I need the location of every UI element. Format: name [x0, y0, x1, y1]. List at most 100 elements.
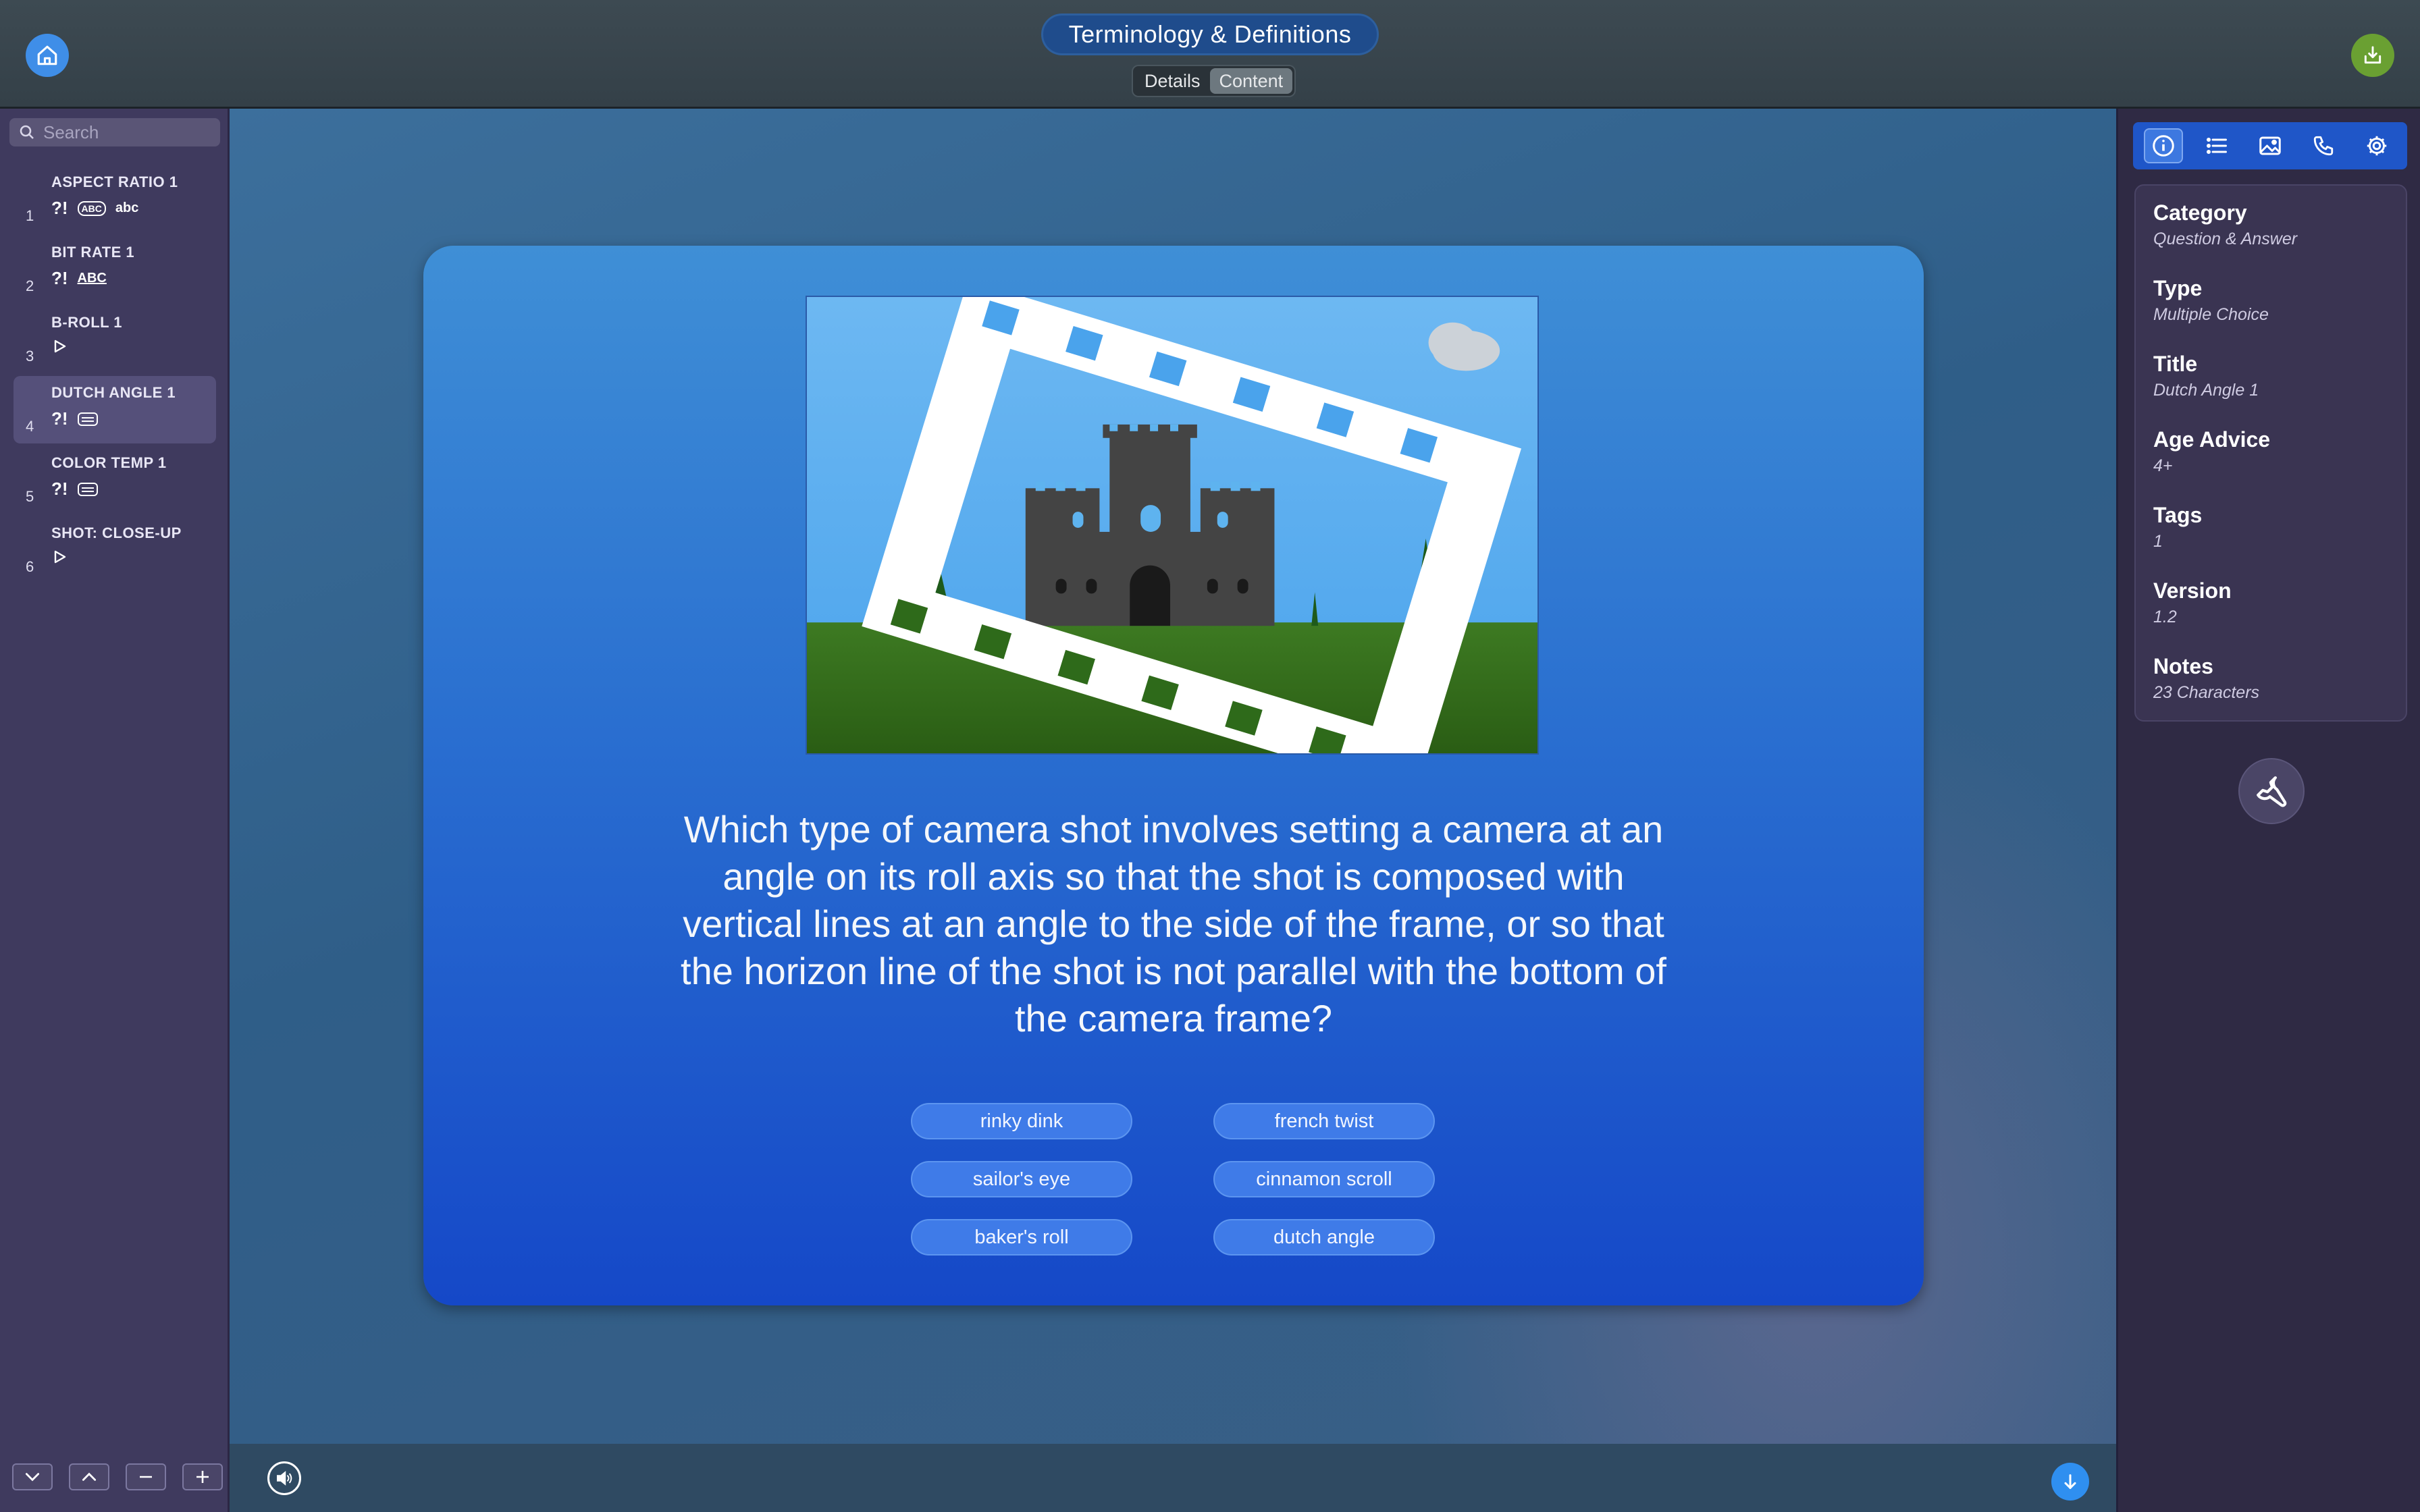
list-icon: [2207, 138, 2228, 154]
tab-info[interactable]: [2144, 128, 2184, 163]
slide-item-bit-rate-1[interactable]: 2 BIT RATE 1 ?! ABC: [14, 236, 216, 303]
slide-title: BIT RATE 1: [51, 244, 135, 261]
tools-button[interactable]: [2238, 758, 2305, 824]
download-tray-icon: [2364, 46, 2382, 64]
property-tags[interactable]: Tags 1: [2153, 503, 2406, 578]
plus-icon: [196, 1471, 209, 1483]
slide-title: DUTCH ANGLE 1: [51, 384, 176, 401]
move-down-button[interactable]: [12, 1463, 53, 1490]
audio-button[interactable]: [267, 1461, 301, 1495]
film-strip-castle-illustration: [806, 296, 1539, 755]
property-value: Question & Answer: [2153, 230, 2298, 248]
slide-item-aspect-ratio-1[interactable]: 1 ASPECT RATIO 1 ?! ABC abc: [14, 165, 216, 233]
property-value: 1.2: [2153, 608, 2177, 626]
properties-list: Category Question & Answer Type Multiple…: [2134, 184, 2407, 722]
slide-number: 3: [26, 348, 34, 364]
export-button[interactable]: [2351, 34, 2394, 77]
slide-number: 1: [26, 207, 34, 224]
arrow-down-icon: [2064, 1474, 2076, 1489]
answer-button-4[interactable]: cinnamon scroll: [1213, 1161, 1435, 1197]
question-mark-icon: ?!: [51, 198, 68, 218]
image-icon: [2259, 136, 2281, 155]
property-value: 1: [2153, 532, 2163, 551]
tab-phone[interactable]: [2304, 128, 2343, 163]
search-input[interactable]: [42, 121, 213, 144]
scroll-down-button[interactable]: [2051, 1463, 2089, 1501]
question-mark-icon: ?!: [51, 268, 68, 288]
tab-list[interactable]: [2197, 128, 2236, 163]
chevron-up-icon: [82, 1472, 97, 1481]
property-value: 23 Characters: [2153, 683, 2260, 702]
slide-item-b-roll-1[interactable]: 3 B-ROLL 1: [14, 306, 216, 373]
tab-image[interactable]: [2251, 128, 2290, 163]
property-age-advice[interactable]: Age Advice 4+: [2153, 427, 2406, 503]
property-type[interactable]: Type Multiple Choice: [2153, 276, 2406, 352]
gear-icon: [2367, 136, 2386, 156]
property-label: Age Advice: [2153, 427, 2271, 452]
property-label: Title: [2153, 352, 2198, 376]
tab-details[interactable]: Details: [1135, 68, 1210, 94]
minus-icon: [140, 1476, 152, 1478]
document-title[interactable]: Terminology & Definitions: [1041, 14, 1379, 55]
property-label: Category: [2153, 200, 2247, 225]
property-category[interactable]: Category Question & Answer: [2153, 200, 2406, 276]
property-notes[interactable]: Notes 23 Characters: [2153, 654, 2406, 730]
slide-item-shot-close-up[interactable]: 6 SHOT: CLOSE-UP: [14, 516, 216, 584]
property-label: Version: [2153, 578, 2232, 603]
tab-settings[interactable]: [2357, 128, 2396, 163]
slide-title: ASPECT RATIO 1: [51, 173, 178, 190]
home-button[interactable]: [26, 34, 69, 77]
phone-icon: [2313, 136, 2333, 156]
view-segmented-control: Details Content: [1132, 65, 1296, 97]
search-icon: [20, 125, 34, 139]
answer-button-2[interactable]: french twist: [1213, 1103, 1435, 1139]
answer-button-5[interactable]: baker's roll: [911, 1219, 1132, 1256]
slide-sidebar: 1 ASPECT RATIO 1 ?! ABC abc 2 BIT RATE 1…: [0, 109, 230, 1512]
inspector-panel: Category Question & Answer Type Multiple…: [2116, 109, 2420, 1512]
abc-underline-icon: ABC: [77, 271, 107, 286]
slide-number: 4: [26, 418, 34, 435]
play-icon: [54, 550, 66, 564]
question-mark-icon: ?!: [51, 408, 68, 429]
answer-button-1[interactable]: rinky dink: [911, 1103, 1132, 1139]
answer-button-6[interactable]: dutch angle: [1213, 1219, 1435, 1256]
question-card: Which type of camera shot involves setti…: [423, 246, 1924, 1305]
canvas-bottom-bar: [230, 1444, 2116, 1512]
inspector-tabs: [2133, 122, 2407, 169]
abc-box-icon: ABC: [77, 200, 106, 216]
slide-title: SHOT: CLOSE-UP: [51, 524, 182, 541]
add-slide-button[interactable]: [182, 1463, 223, 1490]
slide-title: B-ROLL 1: [51, 314, 123, 331]
slide-item-dutch-angle-1[interactable]: 4 DUTCH ANGLE 1 ?!: [14, 376, 216, 443]
property-value: Multiple Choice: [2153, 305, 2269, 324]
home-icon: [37, 45, 57, 65]
property-label: Type: [2153, 276, 2203, 300]
list-icon: [77, 482, 98, 496]
property-label: Notes: [2153, 654, 2213, 678]
speaker-icon: [277, 1471, 292, 1486]
remove-slide-button[interactable]: [126, 1463, 166, 1490]
property-value: Dutch Angle 1: [2153, 381, 2259, 400]
chevron-down-icon: [25, 1473, 40, 1482]
slide-number: 5: [26, 488, 34, 505]
answer-button-3[interactable]: sailor's eye: [911, 1161, 1132, 1197]
property-title[interactable]: Title Dutch Angle 1: [2153, 352, 2406, 427]
tab-content[interactable]: Content: [1209, 68, 1293, 94]
play-icon: [54, 340, 66, 353]
slide-canvas: Which type of camera shot involves setti…: [230, 109, 2116, 1444]
top-toolbar: Terminology & Definitions Details Conten…: [0, 0, 2420, 109]
property-version[interactable]: Version 1.2: [2153, 578, 2406, 654]
search-field[interactable]: [9, 118, 220, 146]
list-icon: [77, 412, 98, 426]
slide-item-color-temp-1[interactable]: 5 COLOR TEMP 1 ?!: [14, 446, 216, 514]
info-icon: [2153, 135, 2175, 157]
sidebar-actions: [12, 1463, 223, 1490]
abc-icon: abc: [115, 200, 139, 215]
property-value: 4+: [2153, 456, 2173, 475]
question-text: Which type of camera shot involves setti…: [681, 808, 1666, 1040]
slide-number: 2: [26, 277, 34, 294]
slide-title: COLOR TEMP 1: [51, 454, 167, 471]
move-up-button[interactable]: [69, 1463, 109, 1490]
slide-number: 6: [26, 558, 34, 575]
wrench-icon: [2257, 776, 2287, 807]
